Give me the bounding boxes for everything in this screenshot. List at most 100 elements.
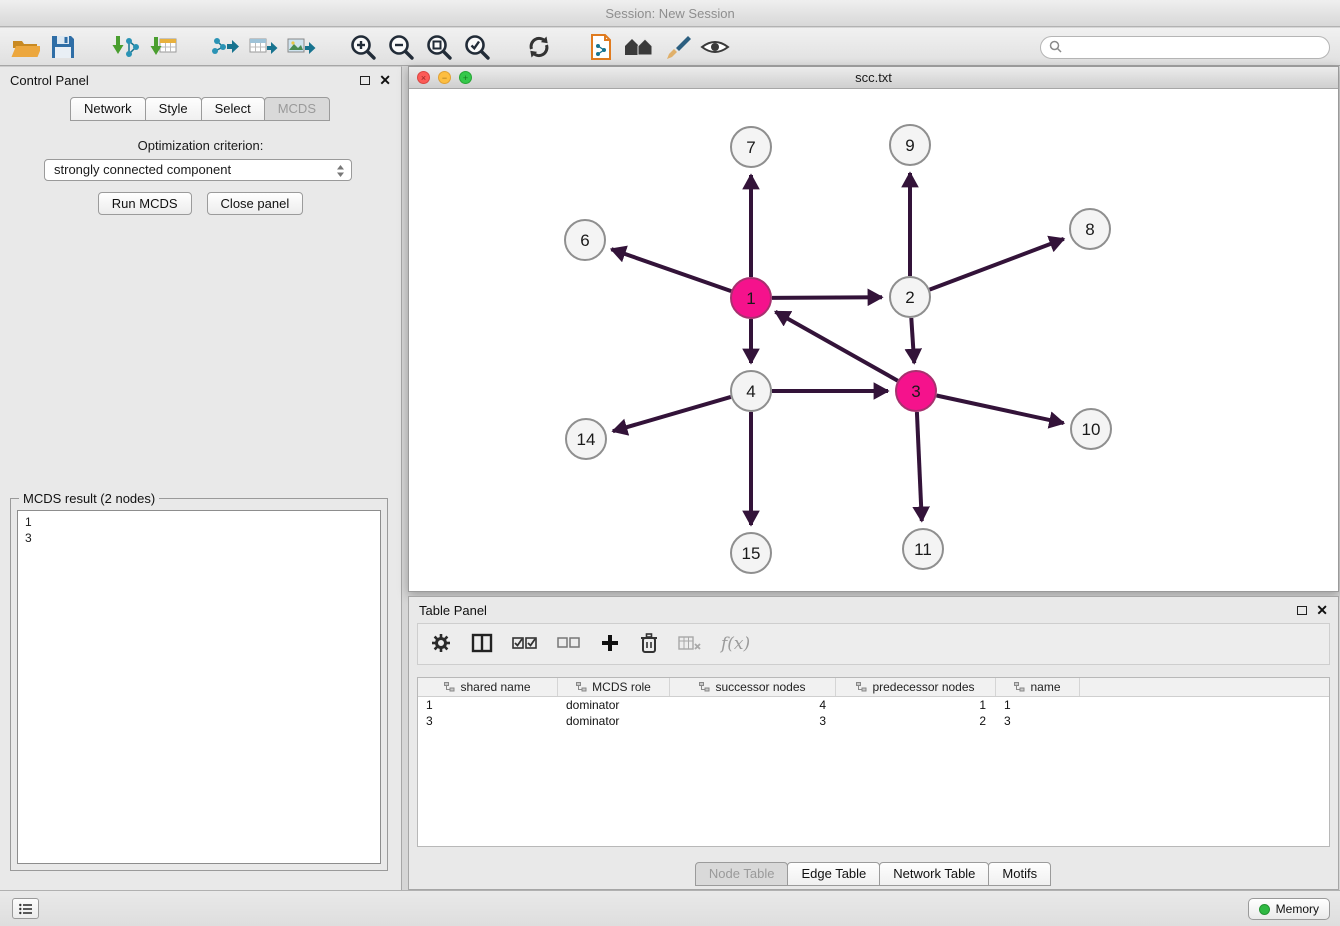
graph-node-6[interactable]: 6 [565,220,605,260]
minimize-window-icon[interactable]: − [438,71,451,84]
graph-node-3[interactable]: 3 [896,371,936,411]
window-controls: × − + [417,71,472,84]
graph-node-15[interactable]: 15 [731,533,771,573]
graph-edge-3-11[interactable] [917,412,922,521]
table-tab-motifs[interactable]: Motifs [988,862,1051,886]
graph-edge-2-8[interactable] [930,239,1064,290]
search-box [1040,36,1330,59]
control-panel: Control Panel ✕ NetworkStyleSelectMCDS O… [0,66,402,890]
search-input[interactable] [1068,39,1321,56]
mcds-result-box[interactable]: 13 [17,510,381,864]
network-window-title: scc.txt [855,70,892,85]
eye-icon[interactable] [696,30,734,64]
column-header-name[interactable]: name [996,678,1080,696]
select-all-rows-icon[interactable] [512,636,538,653]
refresh-icon[interactable] [520,30,558,64]
float-panel-icon[interactable] [360,76,370,85]
graph-node-14[interactable]: 14 [566,419,606,459]
list-icon [19,903,33,915]
show-panel-list-button[interactable] [12,898,39,919]
close-panel-icon[interactable]: ✕ [379,73,391,87]
control-panel-header: Control Panel ✕ [0,67,401,93]
memory-button[interactable]: Memory [1248,898,1330,920]
add-column-icon[interactable] [600,633,620,656]
graph-node-label: 4 [746,382,755,401]
table-tab-edge-table[interactable]: Edge Table [787,862,880,886]
graph-node-4[interactable]: 4 [731,371,771,411]
table-tab-network-table[interactable]: Network Table [879,862,989,886]
tab-network[interactable]: Network [70,97,146,121]
close-window-icon[interactable]: × [417,71,430,84]
graph-edge-3-10[interactable] [937,396,1064,424]
save-icon[interactable] [44,30,82,64]
paint-style-icon[interactable] [658,30,696,64]
window-title: Session: New Session [605,6,734,21]
graph-node-8[interactable]: 8 [1070,209,1110,249]
graph-node-11[interactable]: 11 [903,529,943,569]
graph-node-label: 15 [742,544,761,563]
graph-edge-1-2[interactable] [772,297,882,298]
graph-node-9[interactable]: 9 [890,125,930,165]
table-panel-header: Table Panel ✕ [409,597,1338,623]
column-header-mcds-role[interactable]: MCDS role [558,678,670,696]
tab-mcds[interactable]: MCDS [264,97,330,121]
gear-icon[interactable] [430,632,452,657]
sort-icon [444,682,455,692]
graph-node-7[interactable]: 7 [731,127,771,167]
table-cell: 3 [418,714,558,728]
float-table-panel-icon[interactable] [1297,606,1307,615]
graph-node-10[interactable]: 10 [1071,409,1111,449]
graph-node-label: 8 [1085,220,1094,239]
mcds-buttons: Run MCDS Close panel [0,192,401,215]
graph-node-label: 14 [577,430,596,449]
graph-node-label: 2 [905,288,914,307]
zoom-in-icon[interactable] [344,30,382,64]
graph-node-1[interactable]: 1 [731,278,771,318]
criterion-dropdown[interactable]: strongly connected component [44,159,352,181]
trash-icon[interactable] [639,632,659,657]
graph-node-label: 11 [914,540,932,559]
open-folder-icon[interactable] [6,30,44,64]
export-image-icon[interactable] [282,30,320,64]
column-header-filler [1080,678,1329,696]
table-cell: 3 [996,714,1080,728]
session-document-icon[interactable] [582,30,620,64]
network-canvas[interactable]: 7 9 6 8 1 2 4 3 14 10 15 11 [409,89,1338,591]
search-icon [1049,40,1062,56]
close-panel-button[interactable]: Close panel [207,192,304,215]
network-window-titlebar[interactable]: × − + scc.txt [409,67,1338,89]
export-network-icon[interactable] [206,30,244,64]
deselect-all-rows-icon[interactable] [557,637,581,652]
delete-table-icon[interactable] [678,634,702,655]
import-network-icon[interactable] [106,30,144,64]
import-table-icon[interactable] [144,30,182,64]
sort-icon [1014,682,1025,692]
run-mcds-button[interactable]: Run MCDS [98,192,192,215]
export-table-icon[interactable] [244,30,282,64]
graph-edge-3-1[interactable] [775,312,897,381]
column-header-successor-nodes[interactable]: successor nodes [670,678,836,696]
window-titlebar: Session: New Session [0,0,1340,27]
graph-edge-4-14[interactable] [613,397,731,431]
table-cell: 3 [670,714,836,728]
tab-style[interactable]: Style [145,97,202,121]
column-header-predecessor-nodes[interactable]: predecessor nodes [836,678,996,696]
graph-edge-2-3[interactable] [911,318,914,363]
tab-select[interactable]: Select [201,97,265,121]
function-builder-icon[interactable]: f(x) [721,634,750,654]
zoom-out-icon[interactable] [382,30,420,64]
column-header-shared-name[interactable]: shared name [418,678,558,696]
close-table-panel-icon[interactable]: ✕ [1316,603,1328,617]
zoom-fit-icon[interactable] [420,30,458,64]
table-row[interactable]: 3dominator323 [418,713,1329,729]
table-row[interactable]: 1dominator411 [418,697,1329,713]
zoom-selected-icon[interactable] [458,30,496,64]
columns-icon[interactable] [471,633,493,656]
network-window: × − + scc.txt 7 9 6 8 1 2 4 3 14 10 15 11 [408,66,1339,592]
table-cell: 4 [670,698,836,712]
home-views-icon[interactable] [620,30,658,64]
table-tab-node-table[interactable]: Node Table [695,862,789,886]
graph-node-2[interactable]: 2 [890,277,930,317]
maximize-window-icon[interactable]: + [459,71,472,84]
graph-edge-1-6[interactable] [611,249,731,291]
